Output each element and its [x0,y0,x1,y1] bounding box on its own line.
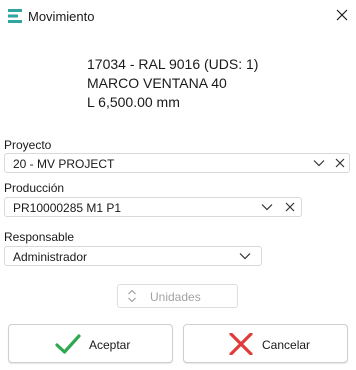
chevron-down-icon[interactable] [261,203,273,211]
title-bar: Movimiento [0,0,356,34]
produccion-value: PR10000285 M1 P1 [13,201,122,215]
item-summary: 17034 - RAL 9016 (UDS: 1) MARCO VENTANA … [87,55,258,112]
clear-icon[interactable] [285,202,295,212]
unidades-placeholder: Unidades [150,290,201,304]
item-code-line: 17034 - RAL 9016 (UDS: 1) [87,56,259,72]
checkmark-icon [55,334,81,354]
unidades-spinbox[interactable]: Unidades [117,284,238,308]
accept-button[interactable]: Aceptar [8,324,173,363]
responsable-value: Administrador [13,250,88,264]
produccion-select[interactable]: PR10000285 M1 P1 [4,197,302,217]
proyecto-value: 20 - MV PROJECT [13,157,115,171]
window-title: Movimiento [28,9,95,24]
responsable-select[interactable]: Administrador [4,246,262,266]
cancel-x-icon [229,333,253,355]
close-window-icon[interactable] [334,7,350,23]
responsable-label: Responsable [4,230,75,244]
chevron-down-icon[interactable] [239,252,251,260]
cancel-button[interactable]: Cancelar [183,324,348,363]
accept-button-label: Aceptar [89,338,131,352]
spinner-arrows-icon[interactable] [127,288,137,304]
item-length-line: L 6,500.00 mm [87,94,180,110]
clear-icon[interactable] [335,158,345,168]
proyecto-label: Proyecto [4,138,52,152]
app-logo-icon [8,9,22,23]
produccion-label: Producción [4,181,65,195]
chevron-down-icon[interactable] [313,159,325,167]
proyecto-select[interactable]: 20 - MV PROJECT [4,153,350,173]
cancel-button-label: Cancelar [262,338,311,352]
item-description-line: MARCO VENTANA 40 [87,75,227,91]
